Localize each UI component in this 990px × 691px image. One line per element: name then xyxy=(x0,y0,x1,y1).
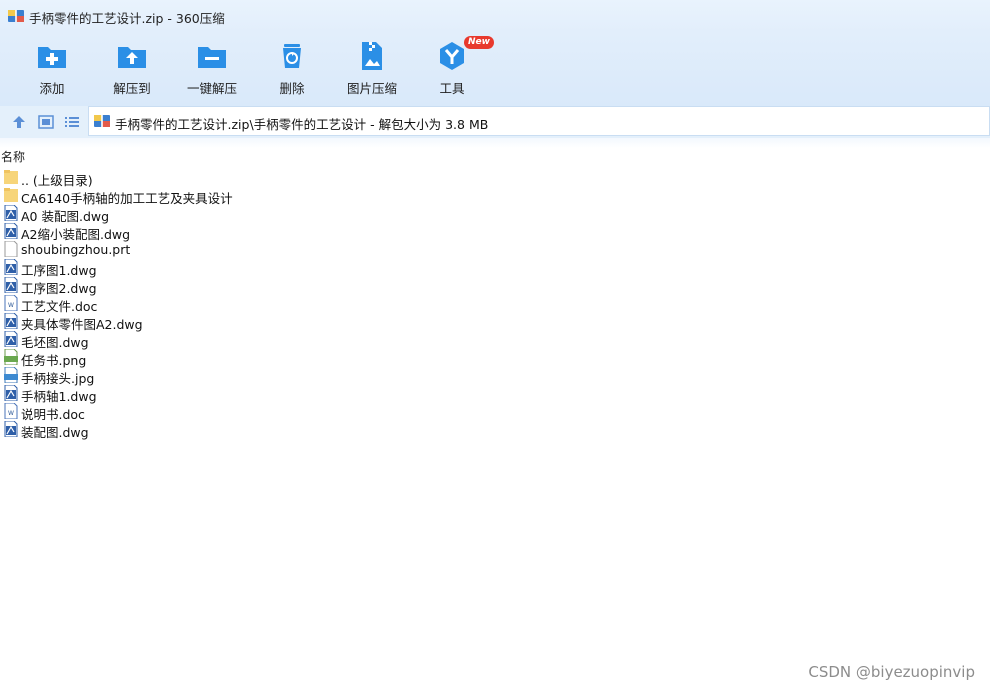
new-badge: New xyxy=(464,36,494,49)
file-row[interactable]: 夹具体零件图A2.dwg xyxy=(0,312,990,332)
address-bar: 手柄零件的工艺设计.zip\手柄零件的工艺设计 - 解包大小为 3.8 MB xyxy=(0,106,990,138)
title-bar: 手柄零件的工艺设计.zip - 360压缩 xyxy=(0,0,990,32)
one-click-extract-button[interactable]: 一键解压 xyxy=(176,38,248,100)
dwg-file-icon xyxy=(4,205,18,221)
list-view-icon[interactable] xyxy=(64,114,80,130)
tools-hexagon-icon xyxy=(440,42,464,70)
word-doc-icon: W xyxy=(4,403,18,419)
recycle-bin-icon xyxy=(283,44,301,68)
image-compress-button[interactable]: 图片压缩 xyxy=(336,38,408,100)
thumbnail-view-icon[interactable] xyxy=(38,114,54,130)
folder-add-icon xyxy=(38,47,66,68)
one-click-extract-label: 一键解压 xyxy=(186,81,237,96)
up-arrow-icon[interactable] xyxy=(11,114,27,130)
delete-button[interactable]: 删除 xyxy=(256,38,328,100)
file-row[interactable]: shoubingzhou.prt xyxy=(0,240,990,258)
file-row[interactable]: 工序图1.dwg xyxy=(0,258,990,278)
svg-text:W: W xyxy=(8,410,14,417)
file-row[interactable]: W 工艺文件.doc xyxy=(0,294,990,314)
file-row[interactable]: 装配图.dwg xyxy=(0,420,990,440)
extract-to-label: 解压到 xyxy=(113,81,151,96)
image-zip-icon xyxy=(362,42,382,70)
zip-archive-icon xyxy=(8,10,24,22)
add-button[interactable]: 添加 xyxy=(16,38,88,100)
dwg-file-icon xyxy=(4,421,18,437)
folder-minus-icon xyxy=(198,47,226,68)
file-row[interactable]: 毛坯图.dwg xyxy=(0,330,990,350)
dwg-file-icon xyxy=(4,331,18,347)
dwg-file-icon xyxy=(4,223,18,239)
dwg-file-icon xyxy=(4,385,18,401)
toolbar: 添加 解压到 一键解压 删除 图片压缩 New 工具 xyxy=(0,32,990,106)
folder-icon xyxy=(4,188,18,202)
add-label: 添加 xyxy=(39,81,65,96)
window-title: 手柄零件的工艺设计.zip - 360压缩 xyxy=(29,11,225,26)
header-band xyxy=(0,138,990,148)
column-header-name[interactable]: 名称 xyxy=(1,148,25,165)
file-row[interactable]: A0 装配图.dwg xyxy=(0,204,990,224)
file-row[interactable]: W 说明书.doc xyxy=(0,402,990,422)
path-text: 手柄零件的工艺设计.zip\手柄零件的工艺设计 - 解包大小为 3.8 MB xyxy=(115,117,489,132)
dwg-file-icon xyxy=(4,277,18,293)
blank-file-icon xyxy=(4,241,18,257)
image-compress-label: 图片压缩 xyxy=(346,81,397,96)
zip-archive-icon xyxy=(94,115,110,127)
delete-label: 删除 xyxy=(279,81,305,96)
file-row[interactable]: .. (上级目录) xyxy=(0,168,990,188)
file-row[interactable]: 手柄接头.jpg xyxy=(0,366,990,386)
file-name: shoubingzhou.prt xyxy=(21,242,131,257)
folder-extract-icon xyxy=(118,47,146,68)
file-row[interactable]: 任务书.png xyxy=(0,348,990,368)
watermark: CSDN @biyezuopinvip xyxy=(808,663,975,681)
tools-button[interactable]: New 工具 xyxy=(416,36,494,100)
png-image-icon xyxy=(4,349,18,365)
svg-text:W: W xyxy=(8,302,14,309)
path-field[interactable]: 手柄零件的工艺设计.zip\手柄零件的工艺设计 - 解包大小为 3.8 MB xyxy=(88,106,990,136)
file-row[interactable]: A2缩小装配图.dwg xyxy=(0,222,990,242)
jpg-image-icon xyxy=(4,367,18,383)
dwg-file-icon xyxy=(4,259,18,275)
file-row[interactable]: 手柄轴1.dwg xyxy=(0,384,990,404)
extract-to-button[interactable]: 解压到 xyxy=(96,38,168,100)
dwg-file-icon xyxy=(4,313,18,329)
file-row[interactable]: CA6140手柄轴的加工工艺及夹具设计 xyxy=(0,186,990,206)
folder-icon xyxy=(4,170,18,184)
file-name: 装配图.dwg xyxy=(21,425,89,440)
file-row[interactable]: 工序图2.dwg xyxy=(0,276,990,296)
file-list: .. (上级目录) CA6140手柄轴的加工工艺及夹具设计 A0 装配图.dwg A2… xyxy=(0,168,990,440)
word-doc-icon: W xyxy=(4,295,18,311)
tools-label: 工具 xyxy=(439,81,465,96)
